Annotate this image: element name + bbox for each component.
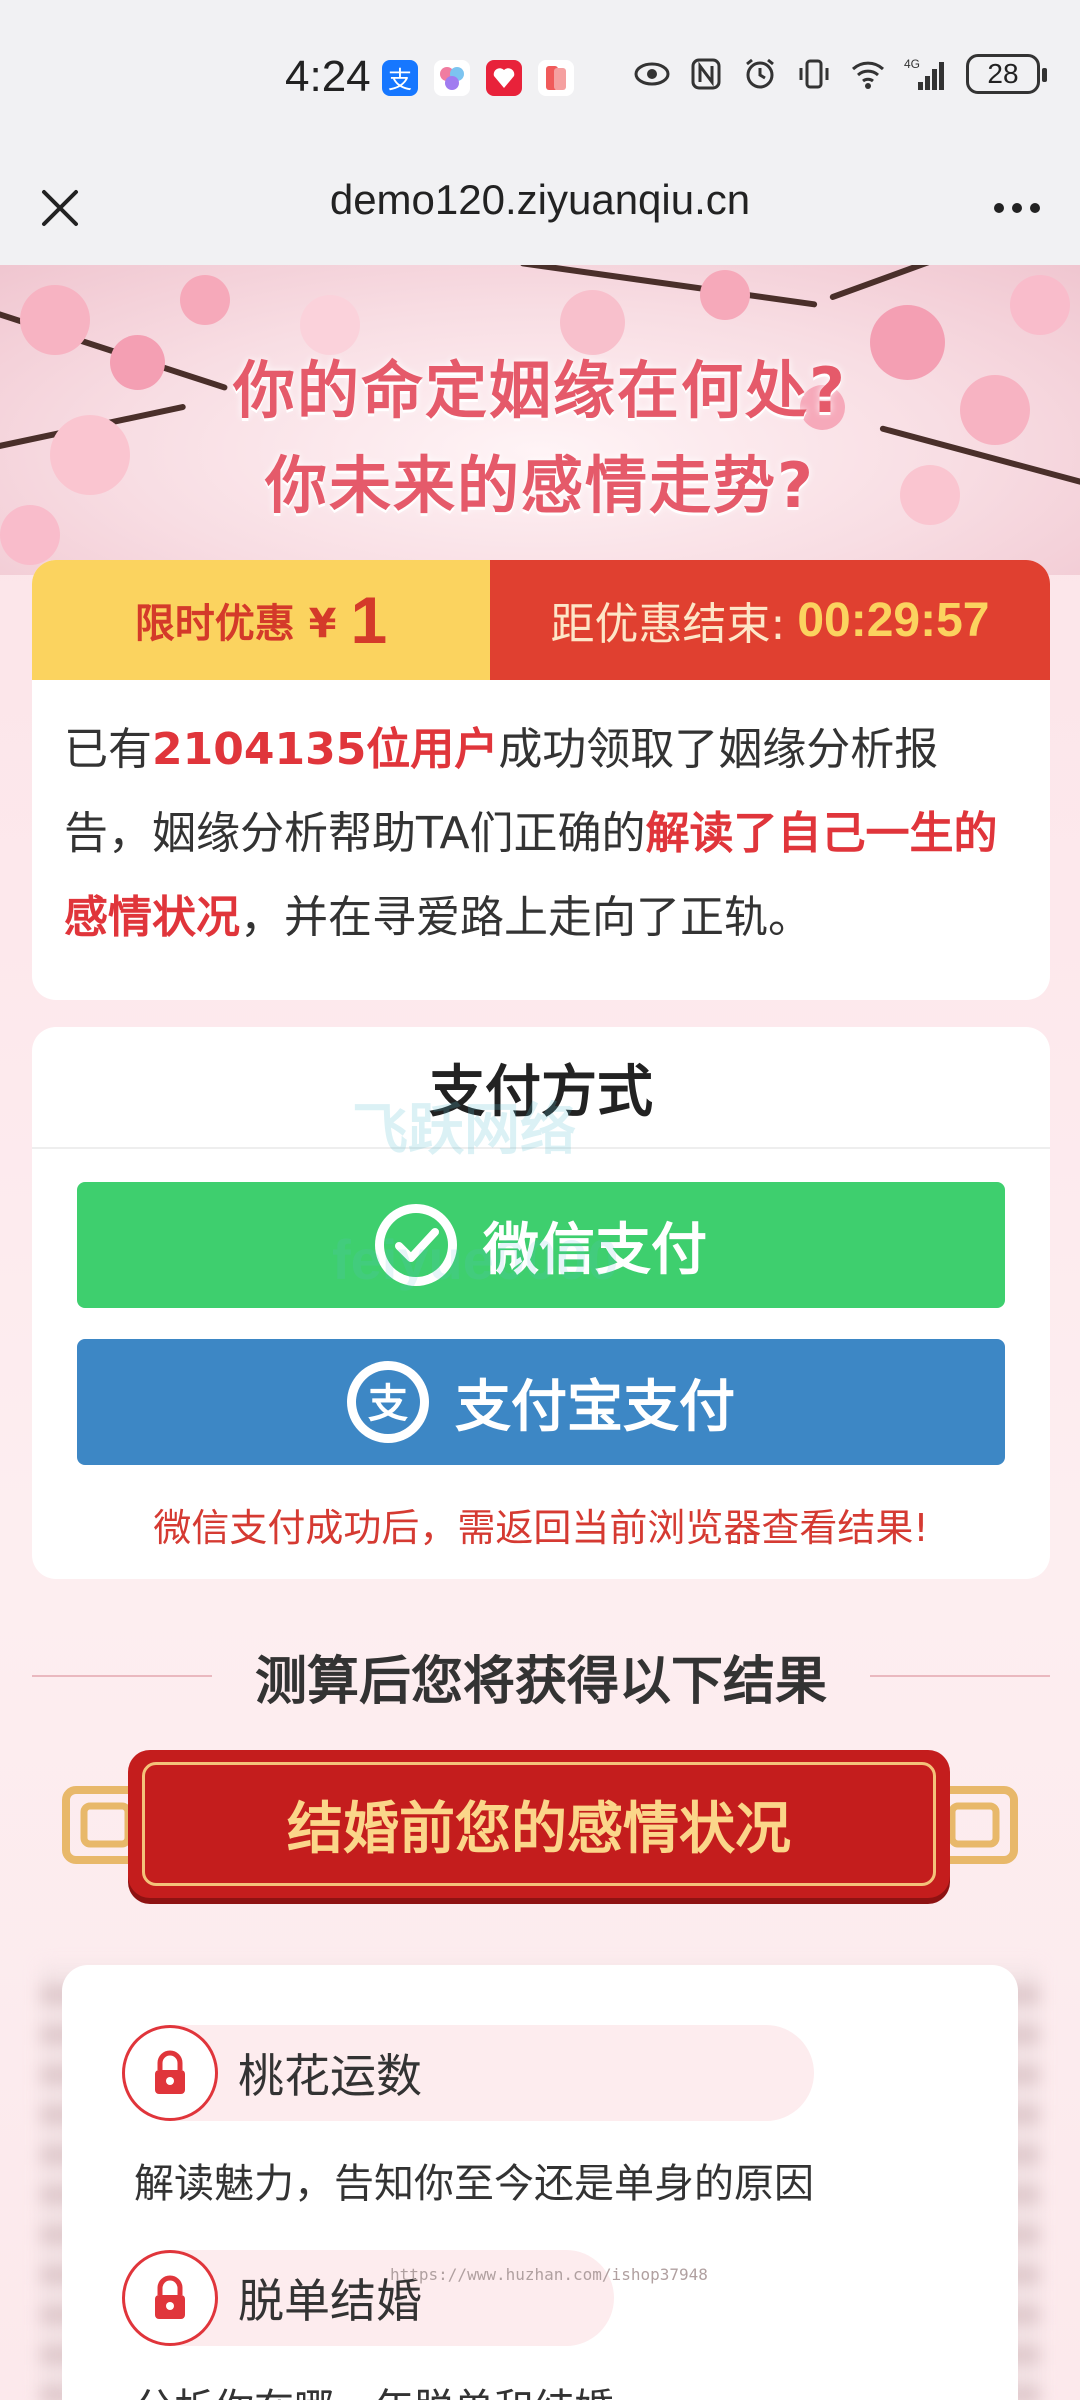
- payment-note: 微信支付成功后，需返回当前浏览器查看结果!: [153, 1506, 929, 1550]
- results-card: 桃花运数 解读魅力，告知你至今还是单身的原因 脱单结婚 分析你在哪一年脱单和结婚: [62, 1965, 1018, 2400]
- ribbon: 结婚前您的感情状况: [128, 1750, 950, 1898]
- limited-offer: 限时优惠 ¥ 1: [32, 560, 490, 680]
- more-icon[interactable]: [982, 178, 1052, 238]
- app-icon: [434, 60, 470, 96]
- user-count: 2104135位用户: [152, 724, 499, 775]
- ribbon-title: 结婚前您的感情状况: [142, 1762, 936, 1886]
- alipay-button[interactable]: 支 支付宝支付: [77, 1339, 1005, 1465]
- results-title: 测算后您将获得以下结果: [254, 1652, 827, 1712]
- payment-title: 支付方式: [429, 1060, 653, 1125]
- promo-card: 限时优惠 ¥ 1 距优惠结束: 00:29:57 已有2104135位用户成功领…: [32, 560, 1050, 1000]
- header-banner: 你的命定姻缘在何处? 你未来的感情走势?: [0, 265, 1080, 575]
- countdown: 距优惠结束: 00:29:57: [490, 560, 1050, 680]
- offer-label: 限时优惠 ¥: [134, 601, 337, 647]
- app-icon: [538, 60, 574, 96]
- headline-line-1: 你的命定姻缘在何处?: [233, 354, 847, 427]
- divider: [32, 1147, 1050, 1149]
- alarm-icon: [746, 58, 774, 89]
- result-item-header: 桃花运数: [122, 2025, 814, 2121]
- status-icons: 4G 28: [634, 54, 1047, 94]
- lock-icon: [122, 2250, 218, 2346]
- page-content: 你的命定姻缘在何处? 你未来的感情走势? 限时优惠 ¥ 1 距优惠结束: 00:…: [0, 265, 1080, 2400]
- wechat-pay-icon: [375, 1204, 457, 1286]
- wifi-icon: [851, 61, 885, 89]
- headline-line-2: 你未来的感情走势?: [265, 449, 815, 522]
- result-item-title: 桃花运数: [238, 2049, 422, 2103]
- app-icon: [486, 60, 522, 96]
- signal-icon: 4G: [904, 57, 944, 90]
- wechat-pay-button[interactable]: 微信支付: [77, 1182, 1005, 1308]
- status-bar: 4:24 支 4G 28: [0, 0, 1080, 150]
- lock-icon: [122, 2025, 218, 2121]
- promo-text-part: 已有: [64, 724, 152, 775]
- nfc-icon: [691, 58, 721, 90]
- network-type: 4G: [904, 57, 920, 71]
- battery-indicator: 28: [966, 54, 1047, 94]
- vibrate-icon: [799, 59, 829, 89]
- offer-price: 1: [350, 583, 388, 657]
- alipay-icon: 支: [347, 1361, 429, 1443]
- alipay-label: 支付宝支付: [455, 1374, 735, 1440]
- status-time: 4:24: [285, 52, 371, 101]
- payment-card: 支付方式 飞跃网络 微信支付 feiyue0000 支 支付宝支付 微信支付成功…: [32, 1027, 1050, 1579]
- svg-text:支: 支: [368, 1381, 408, 1427]
- results-heading: 测算后您将获得以下结果: [32, 1635, 1050, 1715]
- result-item-desc: 解读魅力，告知你至今还是单身的原因: [134, 2161, 814, 2207]
- promo-text-part: ，并在寻爱路上走向了正轨。: [240, 892, 812, 943]
- countdown-timer: 00:29:57: [797, 593, 990, 647]
- svg-text:支: 支: [388, 66, 412, 94]
- ribbon-banner: 结婚前您的感情状况: [60, 1750, 1020, 1910]
- wechat-pay-label: 微信支付: [483, 1217, 707, 1283]
- page-url: demo120.ziyuanqiu.cn: [329, 176, 751, 223]
- result-item: 桃花运数 解读魅力，告知你至今还是单身的原因: [122, 2025, 814, 2209]
- promo-description: 已有2104135位用户成功领取了姻缘分析报告，姻缘分析帮助TA们正确的解读了自…: [64, 708, 1024, 960]
- result-item-desc: 分析你在哪一年脱单和结婚: [134, 2376, 614, 2400]
- countdown-label: 距优惠结束:: [550, 599, 786, 650]
- eye-icon: [634, 62, 670, 86]
- watermark-url: https://www.huzhan.com/ishop37948: [390, 2265, 708, 2284]
- browser-toolbar: demo120.ziyuanqiu.cn: [0, 150, 1080, 265]
- alipay-app-icon: 支: [382, 60, 418, 96]
